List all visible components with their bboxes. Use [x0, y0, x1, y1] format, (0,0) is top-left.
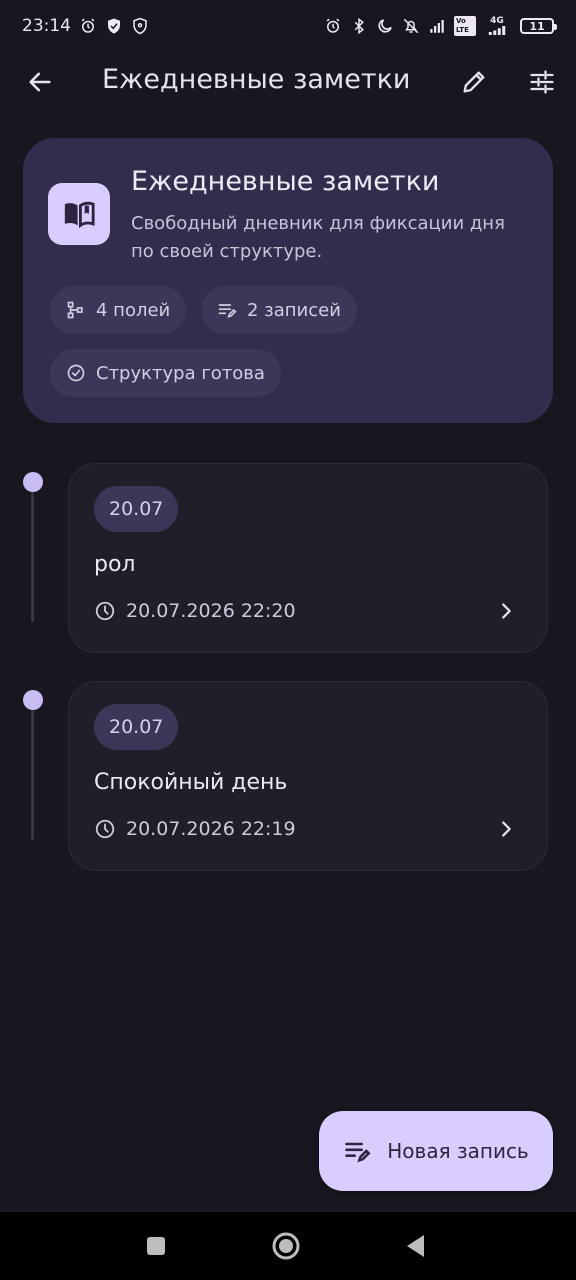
signal-icon	[428, 17, 446, 35]
entries-count-label: 2 записей	[247, 299, 341, 321]
check-circle-icon	[67, 364, 85, 382]
timeline-line	[31, 710, 34, 840]
clock-icon	[95, 819, 115, 839]
entry-title: рол	[94, 552, 136, 577]
pencil-icon	[463, 71, 485, 93]
notebook-title: Ежедневные заметки	[131, 166, 440, 197]
entry-timestamp-label: 20.07.2026 22:20	[126, 600, 296, 622]
notes-edit-icon	[218, 304, 237, 318]
chevron-right-icon	[495, 600, 517, 622]
notebook-description: Свободный дневник для фиксации дня по св…	[131, 213, 505, 262]
entry-date-badge: 20.07	[94, 486, 179, 532]
battery-icon: 11	[520, 18, 557, 34]
fields-count-chip: 4 полей	[50, 286, 187, 334]
app-bar: Ежедневные заметки	[0, 52, 576, 112]
notes-edit-icon	[345, 1142, 371, 1163]
entry-card[interactable]: 20.07 рол 20.07.2026 22:20	[68, 463, 548, 653]
settings-button[interactable]	[518, 58, 566, 106]
triangle-back-icon	[407, 1235, 424, 1257]
tune-icon	[530, 70, 554, 94]
entry-date-badge: 20.07	[94, 704, 179, 750]
moon-icon	[376, 17, 394, 35]
battery-level: 11	[529, 19, 545, 33]
arrow-back-icon	[29, 72, 51, 92]
entry-card[interactable]: 20.07 Спокойный день 20.07.2026 22:19	[68, 681, 548, 871]
volte-label: Vo LTE	[454, 16, 476, 36]
shield-icon	[105, 17, 123, 35]
book-icon	[64, 201, 95, 228]
new-entry-button[interactable]: Новая запись	[319, 1111, 553, 1191]
home-circle-icon	[272, 1232, 300, 1260]
fields-count-label: 4 полей	[96, 299, 171, 321]
home-button[interactable]	[270, 1230, 302, 1262]
notebook-icon-box	[48, 183, 110, 245]
screen: 23:14 Vo LTE 4G 11 Ежедневные заметки Еж…	[0, 0, 576, 1280]
square-icon	[147, 1237, 165, 1255]
notebook-header-card: Ежедневные заметки Свободный дневник для…	[23, 138, 553, 423]
structure-ready-chip: Структура готова	[50, 349, 281, 397]
structure-ready-label: Структура готова	[96, 362, 265, 384]
timeline-dot	[23, 690, 43, 710]
volte-icon: Vo LTE	[454, 16, 476, 36]
chevron-right-icon	[495, 818, 517, 840]
bluetooth-icon	[350, 17, 368, 35]
network-label: 4G	[490, 16, 504, 26]
status-right: Vo LTE 4G 11	[324, 16, 557, 36]
alarm-icon	[79, 17, 97, 35]
timeline-dot	[23, 472, 43, 492]
entry-timestamp: 20.07.2026 22:20	[94, 600, 296, 622]
edit-button[interactable]	[450, 58, 498, 106]
entry-title: Спокойный день	[94, 770, 288, 795]
fields-tree-icon	[67, 301, 83, 319]
status-left: 23:14	[22, 16, 149, 36]
back-button[interactable]	[16, 58, 64, 106]
recent-apps-button[interactable]	[140, 1230, 172, 1262]
timeline-line	[31, 492, 34, 622]
clock-icon	[95, 601, 115, 621]
new-entry-label: Новая запись	[387, 1139, 529, 1163]
status-bar: 23:14 Vo LTE 4G 11	[0, 0, 576, 52]
4g-signal-icon: 4G	[484, 17, 510, 35]
status-time: 23:14	[22, 16, 71, 36]
alarm-icon	[324, 17, 342, 35]
muted-icon	[402, 17, 420, 35]
nav-back-button[interactable]	[400, 1230, 432, 1262]
entry-timestamp-label: 20.07.2026 22:19	[126, 818, 296, 840]
system-nav-bar	[0, 1212, 576, 1280]
vpn-shield-icon	[131, 17, 149, 35]
entries-count-chip: 2 записей	[201, 286, 357, 334]
entry-timestamp: 20.07.2026 22:19	[94, 818, 296, 840]
page-title: Ежедневные заметки	[102, 64, 411, 95]
